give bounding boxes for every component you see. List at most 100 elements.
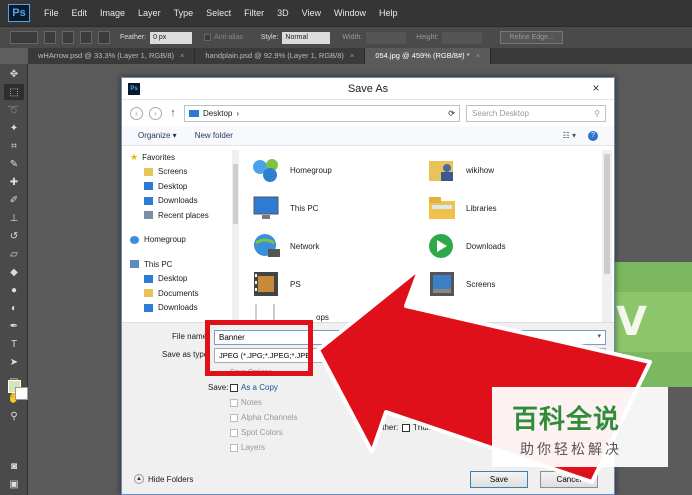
marquee-preset-icon[interactable] xyxy=(10,31,38,44)
refresh-icon[interactable]: ⟳ xyxy=(448,109,455,118)
refine-edge-button[interactable]: Refine Edge... xyxy=(500,31,563,44)
close-icon[interactable]: × xyxy=(584,80,608,97)
intersect-selection-icon[interactable] xyxy=(98,31,110,44)
nav-documents[interactable]: Documents xyxy=(130,286,232,301)
blur-tool-icon[interactable]: ● xyxy=(4,282,24,298)
file-item-network[interactable]: Network xyxy=(250,228,420,264)
nav-label: Documents xyxy=(158,288,199,298)
menu-filter[interactable]: Filter xyxy=(244,8,264,18)
nav-pc-downloads[interactable]: Downloads xyxy=(130,301,232,316)
file-item-libraries[interactable]: Libraries xyxy=(426,190,596,226)
quick-mask-icon[interactable]: ◙ xyxy=(4,458,24,474)
menu-window[interactable]: Window xyxy=(334,8,366,18)
file-item-ps[interactable]: PS xyxy=(250,266,420,302)
search-input[interactable]: Search Desktop ⚲ xyxy=(466,104,606,122)
style-select[interactable]: Normal xyxy=(282,31,331,44)
chevron-down-icon[interactable]: ▾ xyxy=(597,350,601,358)
feather-input[interactable]: 0 px xyxy=(150,31,193,44)
antialias-checkbox[interactable] xyxy=(204,34,212,41)
close-icon[interactable]: × xyxy=(476,51,480,60)
menu-3d[interactable]: 3D xyxy=(277,8,289,18)
menu-layer[interactable]: Layer xyxy=(138,8,161,18)
menu-edit[interactable]: Edit xyxy=(72,8,88,18)
type-tool-icon[interactable]: T xyxy=(4,336,24,352)
menu-select[interactable]: Select xyxy=(206,8,231,18)
history-brush-icon[interactable]: ↺ xyxy=(4,228,24,244)
back-icon[interactable]: ‹ xyxy=(130,106,143,120)
new-folder-button[interactable]: New folder xyxy=(195,131,233,140)
nav-desktop[interactable]: Desktop xyxy=(130,179,232,194)
address-bar[interactable]: Desktop › ⟳ xyxy=(184,104,460,122)
menu-file[interactable]: File xyxy=(44,8,59,18)
zoom-tool-icon[interactable]: ⚲ xyxy=(4,408,24,424)
magic-wand-icon[interactable]: ✦ xyxy=(4,120,24,136)
crop-tool-icon[interactable]: ⌗ xyxy=(4,138,24,154)
clone-stamp-icon[interactable]: ⊥ xyxy=(4,210,24,226)
organize-button[interactable]: Organize ▾ xyxy=(138,131,177,140)
tab-warrow[interactable]: wHArrow.psd @ 33.3% (Layer 1, RGB/8) × xyxy=(28,48,196,64)
eraser-icon[interactable]: ▱ xyxy=(4,246,24,262)
close-icon[interactable]: × xyxy=(180,51,184,60)
screen-mode-icon[interactable]: ▣ xyxy=(4,476,24,492)
screens-folder-icon xyxy=(426,269,460,299)
computer-icon xyxy=(130,260,139,269)
tools-panel: ✥ ⬚ ➰ ✦ ⌗ ✎ ✚ ✐ ⊥ ↺ ▱ ◆ ● ◐ ✒ T ➤ ▭ ✋ ⚲ … xyxy=(0,64,28,495)
menu-help[interactable]: Help xyxy=(379,8,398,18)
cancel-button[interactable]: Cancel xyxy=(540,471,598,488)
move-tool-icon[interactable]: ✥ xyxy=(4,66,24,82)
nav-this-pc[interactable]: This PC xyxy=(130,257,232,272)
up-arrow-icon[interactable]: ↑ xyxy=(168,107,178,119)
file-label: PS xyxy=(290,279,301,289)
tab-handplain[interactable]: handplain.psd @ 92.9% (Layer 1, RGB/8) × xyxy=(195,48,366,64)
spot-colors-checkbox[interactable]: Spot Colors xyxy=(230,428,283,437)
brush-tool-icon[interactable]: ✐ xyxy=(4,192,24,208)
icc-profile-checkbox[interactable] xyxy=(400,395,411,403)
chevron-down-icon[interactable]: ▾ xyxy=(597,332,601,340)
marquee-tool-icon[interactable]: ⬚ xyxy=(4,84,24,100)
new-selection-icon[interactable] xyxy=(44,31,56,44)
alpha-channels-checkbox[interactable]: Alpha Channels xyxy=(230,413,297,422)
nav-recent-places[interactable]: Recent places xyxy=(130,208,232,223)
search-placeholder: Search Desktop xyxy=(472,108,529,118)
eyedropper-icon[interactable]: ✎ xyxy=(4,156,24,172)
paint-bucket-icon[interactable]: ◆ xyxy=(4,264,24,280)
height-input[interactable] xyxy=(442,31,483,44)
file-item-homegroup[interactable]: Homegroup xyxy=(250,152,420,188)
tab-054-jpg[interactable]: 054.jpg @ 459% (RGB/8#) * × xyxy=(365,48,492,64)
file-item-screens[interactable]: Screens xyxy=(426,266,596,302)
nav-downloads[interactable]: Downloads xyxy=(130,194,232,209)
dodge-tool-icon[interactable]: ◐ xyxy=(4,300,24,316)
file-item-wikihow[interactable]: wikihow xyxy=(426,152,596,188)
subtract-selection-icon[interactable] xyxy=(80,31,92,44)
menu-view[interactable]: View xyxy=(302,8,321,18)
width-input[interactable] xyxy=(366,31,407,44)
lasso-tool-icon[interactable]: ➰ xyxy=(4,102,24,118)
close-icon[interactable]: × xyxy=(350,51,354,60)
nav-screens[interactable]: Screens xyxy=(130,165,232,180)
menu-type[interactable]: Type xyxy=(174,8,194,18)
nav-favorites[interactable]: ★ Favorites xyxy=(130,150,232,165)
nav-pc-desktop[interactable]: Desktop xyxy=(130,272,232,287)
file-item-this-pc[interactable]: This PC xyxy=(250,190,420,226)
notes-checkbox[interactable]: Notes xyxy=(230,398,262,407)
star-icon: ★ xyxy=(130,151,139,162)
forward-icon[interactable]: › xyxy=(149,106,162,120)
background-color-swatch[interactable] xyxy=(15,387,28,400)
option-label: Spot Colors xyxy=(241,428,283,437)
menu-image[interactable]: Image xyxy=(100,8,125,18)
healing-brush-icon[interactable]: ✚ xyxy=(4,174,24,190)
save-button[interactable]: Save xyxy=(470,471,528,488)
as-a-copy-checkbox[interactable]: As a Copy xyxy=(230,383,278,392)
nav-homegroup[interactable]: Homegroup xyxy=(130,233,232,248)
thumbnail-checkbox[interactable]: Thumbnail xyxy=(402,423,450,432)
help-icon[interactable]: ? xyxy=(588,130,598,141)
pen-tool-icon[interactable]: ✒ xyxy=(4,318,24,334)
dialog-title: Save As xyxy=(347,82,389,95)
layers-checkbox[interactable]: Layers xyxy=(230,443,265,452)
path-select-icon[interactable]: ➤ xyxy=(4,354,24,370)
tab-label: 054.jpg @ 459% (RGB/8#) * xyxy=(375,51,470,60)
hide-folders-button[interactable]: ▲ Hide Folders xyxy=(134,474,193,484)
file-item-downloads[interactable]: Downloads xyxy=(426,228,596,264)
view-options-icon[interactable]: ☷ ▾ xyxy=(563,131,576,141)
add-selection-icon[interactable] xyxy=(62,31,74,44)
